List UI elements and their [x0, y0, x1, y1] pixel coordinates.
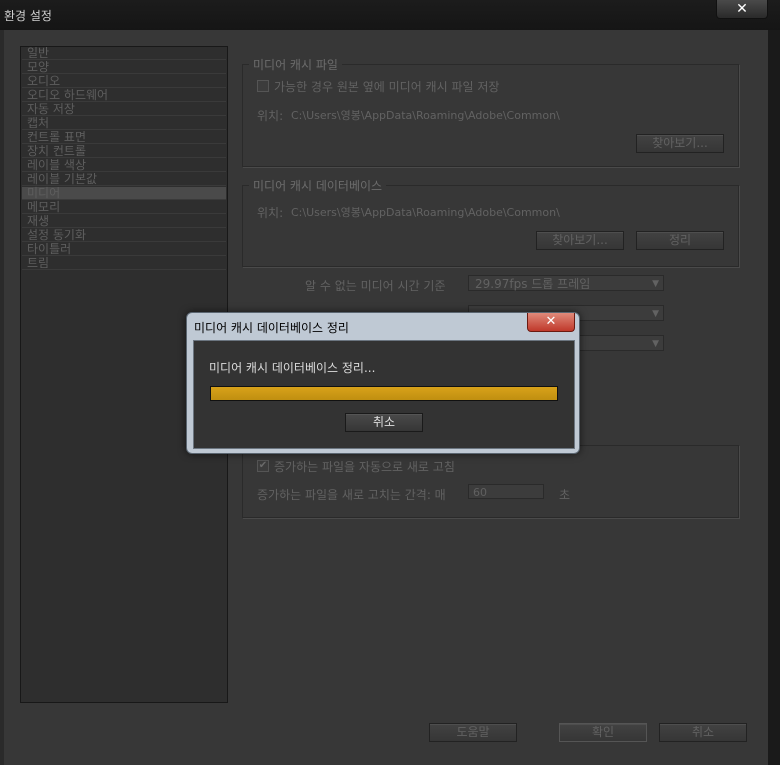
refresh-interval-label: 증가하는 파일을 새로 고치는 간격: 매	[257, 488, 446, 502]
sidebar-item-memory[interactable]: 메모리	[22, 201, 226, 214]
dialog-titlebar: 미디어 캐시 데이터베이스 정리 ✕	[187, 313, 579, 339]
window-title: 환경 설정	[4, 9, 52, 23]
cancel-button[interactable]: 취소	[659, 723, 747, 742]
window-close-button[interactable]: ✕	[716, 0, 768, 19]
progress-bar	[210, 386, 558, 401]
dialog-cancel-button[interactable]: 취소	[345, 413, 423, 432]
sidebar-item-label-defaults[interactable]: 레이블 기본값	[22, 173, 226, 186]
sidebar-item-general[interactable]: 일반	[22, 47, 226, 60]
ok-button[interactable]: 확인	[559, 723, 647, 742]
timebase-select-value: 29.97fps 드롭 프레임	[475, 277, 591, 291]
sidebar-item-auto-save[interactable]: 자동 저장	[22, 103, 226, 116]
dialog-close-button[interactable]: ✕	[527, 313, 575, 332]
progress-bar-fill	[211, 387, 557, 400]
chevron-down-icon: ▼	[652, 339, 659, 349]
help-button[interactable]: 도움말	[429, 723, 517, 742]
media-cache-database-group: 미디어 캐시 데이터베이스 위치: C:\Users\영봉\AppData\Ro…	[242, 177, 739, 267]
sidebar-item-trim[interactable]: 트림	[22, 257, 226, 270]
cache-files-browse-button[interactable]: 찾아보기...	[636, 134, 724, 153]
sidebar-item-device-control[interactable]: 장치 컨트롤	[22, 145, 226, 158]
sidebar-item-capture[interactable]: 캡처	[22, 117, 226, 130]
dialog-title: 미디어 캐시 데이터베이스 정리	[194, 321, 349, 335]
clean-cache-dialog: 미디어 캐시 데이터베이스 정리 ✕ 미디어 캐시 데이터베이스 정리... 취…	[186, 312, 580, 454]
media-cache-files-legend: 미디어 캐시 파일	[249, 56, 342, 73]
sidebar-item-audio-hardware[interactable]: 오디오 하드웨어	[22, 89, 226, 102]
timebase-select[interactable]: 29.97fps 드롭 프레임 ▼	[468, 275, 664, 291]
sidebar-item-appearance[interactable]: 모양	[22, 61, 226, 74]
sidebar-item-audio[interactable]: 오디오	[22, 75, 226, 88]
dialog-body: 미디어 캐시 데이터베이스 정리... 취소	[193, 340, 575, 449]
auto-refresh-checkbox[interactable]: ✔	[257, 460, 269, 472]
save-beside-originals-label: 가능한 경우 원본 옆에 미디어 캐시 파일 저장	[274, 80, 500, 94]
refresh-interval-unit: 초	[559, 488, 571, 502]
background-strip	[768, 30, 780, 765]
window-titlebar: 환경 설정	[0, 0, 780, 30]
cache-files-location-path: C:\Users\영봉\AppData\Roaming\Adobe\Common…	[291, 109, 560, 122]
auto-refresh-label: 증가하는 파일을 자동으로 새로 고침	[274, 460, 455, 474]
cache-files-location-label: 위치:	[257, 109, 284, 123]
sidebar-item-label-colors[interactable]: 레이블 색상	[22, 159, 226, 172]
chevron-down-icon: ▼	[652, 279, 659, 289]
cache-db-clean-button[interactable]: 정리	[636, 231, 724, 250]
dialog-message: 미디어 캐시 데이터베이스 정리...	[209, 361, 376, 375]
cache-db-browse-button[interactable]: 찾아보기...	[536, 231, 624, 250]
chevron-down-icon: ▼	[652, 309, 659, 319]
media-cache-database-legend: 미디어 캐시 데이터베이스	[249, 177, 387, 194]
sidebar-item-media[interactable]: 미디어	[22, 187, 226, 200]
save-beside-originals-checkbox[interactable]	[257, 80, 269, 92]
growing-files-group: ✔ 증가하는 파일을 자동으로 새로 고침 증가하는 파일을 새로 고치는 간격…	[242, 445, 739, 518]
timebase-label: 알 수 없는 미디어 시간 기준	[305, 279, 446, 293]
sidebar-item-playback[interactable]: 재생	[22, 215, 226, 228]
sidebar-item-control-surface[interactable]: 컨트롤 표면	[22, 131, 226, 144]
sidebar-item-titler[interactable]: 타이틀러	[22, 243, 226, 256]
cache-db-location-path: C:\Users\영봉\AppData\Roaming\Adobe\Common…	[291, 206, 560, 219]
cache-db-location-label: 위치:	[257, 206, 284, 220]
media-cache-files-group: 미디어 캐시 파일 가능한 경우 원본 옆에 미디어 캐시 파일 저장 위치: …	[242, 56, 739, 167]
refresh-interval-input[interactable]: 60	[468, 484, 544, 499]
sidebar-item-sync-settings[interactable]: 설정 동기화	[22, 229, 226, 242]
